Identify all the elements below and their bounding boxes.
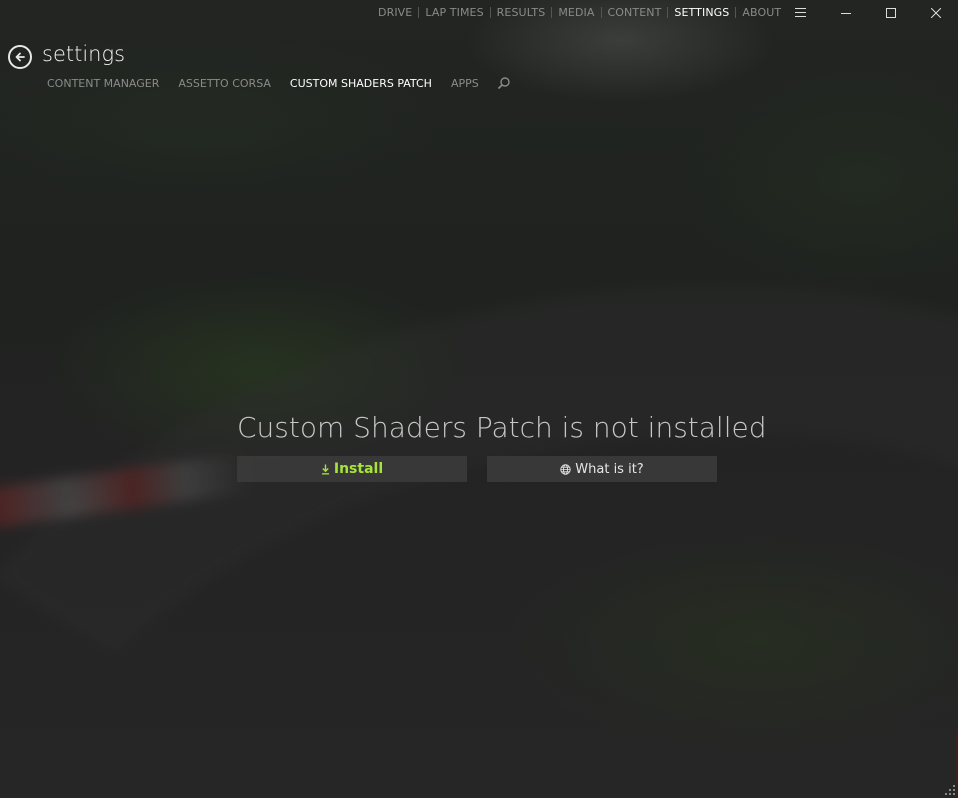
maximize-button[interactable] [868, 0, 913, 26]
nav-results[interactable]: RESULTS [497, 6, 546, 19]
close-button[interactable] [913, 0, 958, 26]
nav-separator [735, 7, 737, 18]
minimize-button[interactable] [823, 0, 868, 26]
not-installed-message: Custom Shaders Patch is not installed [237, 411, 767, 444]
action-buttons: Install What is it? [237, 456, 717, 482]
download-icon [321, 464, 329, 474]
background-scene [0, 0, 958, 798]
install-label: Install [333, 461, 384, 477]
nav-about[interactable]: ABOUT [742, 6, 781, 19]
page-title: settings [42, 42, 126, 66]
globe-icon [560, 463, 571, 475]
nav-media[interactable]: MEDIA [558, 6, 594, 19]
back-button[interactable] [8, 45, 32, 69]
minimize-icon [840, 13, 851, 14]
nav-separator [489, 7, 491, 18]
arrow-left-circle-icon [15, 52, 25, 62]
resize-grip-icon[interactable] [944, 784, 956, 796]
nav-separator [600, 7, 602, 18]
nav-separator [667, 7, 669, 18]
what-is-it-button[interactable]: What is it? [487, 456, 717, 482]
nav-content[interactable]: CONTENT [608, 6, 662, 19]
window-controls [778, 0, 958, 26]
nav-separator [418, 7, 420, 18]
tab-apps[interactable]: APPS [451, 77, 479, 90]
maximize-icon [885, 8, 896, 18]
close-icon [930, 8, 941, 18]
menu-button[interactable] [778, 0, 823, 26]
install-button[interactable]: Install [237, 456, 467, 482]
settings-tabs: CONTENT MANAGER ASSETTO CORSA CUSTOM SHA… [47, 76, 511, 90]
hamburger-icon [795, 8, 806, 17]
what-is-it-label: What is it? [575, 461, 644, 477]
search-icon[interactable] [497, 76, 511, 90]
tab-assetto-corsa[interactable]: ASSETTO CORSA [178, 77, 271, 90]
nav-settings[interactable]: SETTINGS [674, 6, 729, 19]
nav-separator [551, 7, 553, 18]
app-window: DRIVE LAP TIMES RESULTS MEDIA CONTENT SE… [0, 0, 958, 798]
tab-content-manager[interactable]: CONTENT MANAGER [47, 77, 159, 90]
nav-lap-times[interactable]: LAP TIMES [425, 6, 483, 19]
top-nav: DRIVE LAP TIMES RESULTS MEDIA CONTENT SE… [378, 6, 781, 19]
nav-drive[interactable]: DRIVE [378, 6, 412, 19]
tab-custom-shaders-patch[interactable]: CUSTOM SHADERS PATCH [290, 77, 432, 90]
